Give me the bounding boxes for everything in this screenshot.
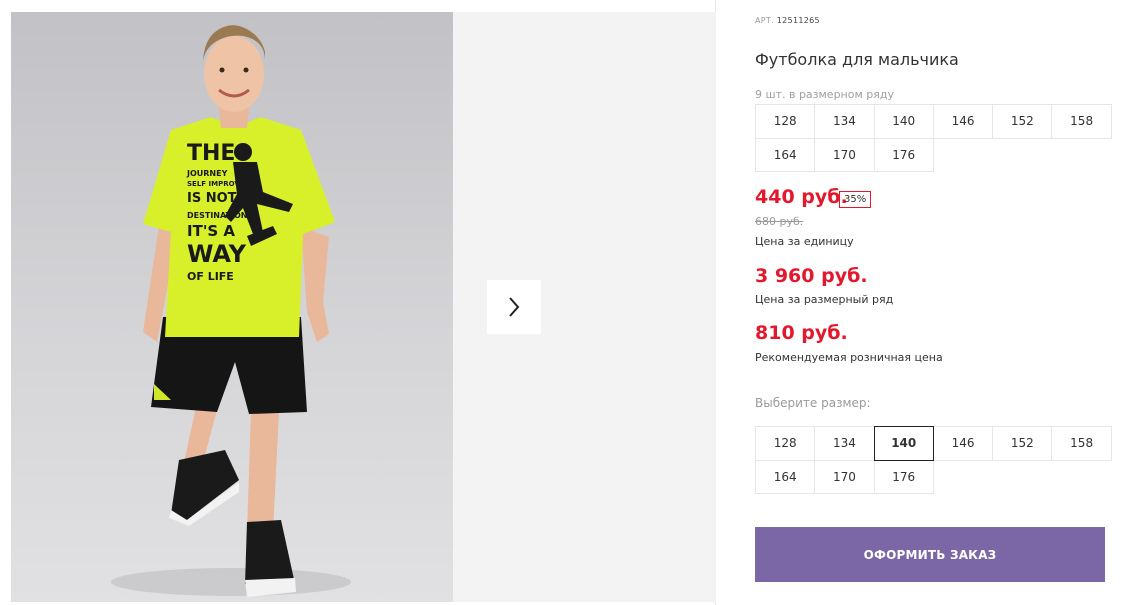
discount-badge: 35% (839, 191, 872, 208)
size-option-158[interactable]: 158 (1051, 426, 1112, 461)
size-option-128[interactable]: 128 (755, 426, 816, 461)
chevron-right-icon (509, 297, 520, 317)
size-selector: 128 134 140 146 152 158 164 170 176 (755, 426, 1112, 494)
row-size-134: 134 (814, 104, 875, 139)
size-option-146[interactable]: 146 (932, 426, 994, 461)
shirt-print-line-6: IT'S A (187, 222, 235, 240)
shirt-print-line-4: IS NOT (187, 191, 237, 206)
row-size-164: 164 (755, 137, 816, 172)
place-order-button[interactable]: ОФОРМИТЬ ЗАКАЗ (755, 527, 1105, 582)
shirt-print-line-1: THE (187, 141, 235, 166)
product-page: THE JOURNEY SELF IMPROVE IS NOT DESTINAT… (0, 0, 1135, 605)
price-size-row-caption: Цена за размерный ряд (755, 293, 894, 306)
pieces-in-size-row: 9 шт. в размерном ряду (755, 88, 894, 101)
row-size-140: 140 (873, 104, 934, 139)
row-size-152: 152 (992, 104, 1053, 139)
row-size-176: 176 (873, 137, 934, 172)
row-size-158: 158 (1051, 104, 1112, 139)
price-current: 440 руб. (755, 186, 848, 208)
size-row-grid: 128 134 140 146 152 158 164 170 176 (755, 104, 1112, 172)
boy-photo-image: THE JOURNEY SELF IMPROVE IS NOT DESTINAT… (111, 25, 351, 597)
row-size-128: 128 (755, 104, 816, 139)
product-photo-main[interactable]: THE JOURNEY SELF IMPROVE IS NOT DESTINAT… (11, 12, 453, 602)
shirt-print-line-2: JOURNEY (186, 169, 228, 178)
price-unit-caption: Цена за единицу (755, 235, 854, 248)
size-option-140-selected[interactable]: 140 (873, 426, 934, 461)
choose-size-label: Выберите размер: (755, 396, 871, 410)
product-title: Футболка для мальчика (755, 50, 959, 69)
size-option-134[interactable]: 134 (814, 426, 875, 461)
row-size-146: 146 (932, 104, 994, 139)
size-option-176[interactable]: 176 (873, 459, 934, 494)
article-value: 12511265 (776, 16, 820, 25)
size-option-170[interactable]: 170 (814, 459, 875, 494)
shirt-print-line-8: OF LIFE (187, 270, 234, 283)
price-size-row: 3 960 руб. (755, 265, 868, 287)
product-gallery: THE JOURNEY SELF IMPROVE IS NOT DESTINAT… (0, 0, 716, 605)
row-size-170: 170 (814, 137, 875, 172)
article-number: АРТ. 12511265 (755, 16, 820, 25)
price-old: 680 руб. (755, 215, 804, 228)
gallery-next-button[interactable] (487, 280, 541, 334)
price-recommended-caption: Рекомендуемая розничная цена (755, 351, 943, 364)
shirt-print-line-7: WAY (187, 240, 247, 268)
article-label: АРТ. (755, 16, 774, 25)
size-option-152[interactable]: 152 (992, 426, 1053, 461)
price-recommended-retail: 810 руб. (755, 322, 848, 344)
size-option-164[interactable]: 164 (755, 459, 816, 494)
